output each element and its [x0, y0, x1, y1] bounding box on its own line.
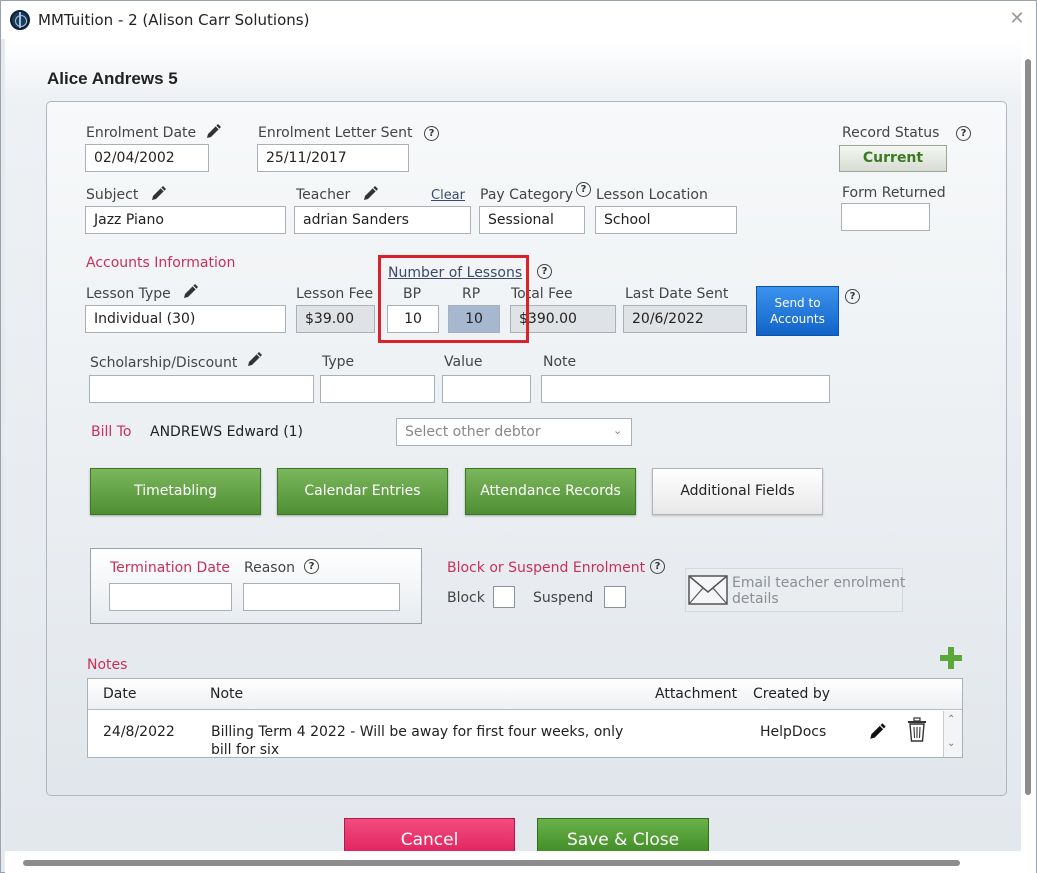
page-title: Alice Andrews 5 [47, 69, 178, 88]
lesson-fee-field: $39.00 [296, 305, 375, 333]
subject-field[interactable]: Jazz Piano [85, 206, 286, 234]
column-header-date[interactable]: Date [103, 686, 136, 702]
window-title: MMTuition - 2 (Alison Carr Solutions) [38, 11, 310, 29]
edit-pencil-icon[interactable] [361, 183, 381, 203]
add-note-plus-icon[interactable] [939, 646, 963, 670]
form-returned-label: Form Returned [842, 185, 946, 201]
termination-date-field[interactable] [109, 583, 232, 611]
block-suspend-label: Block or Suspend Enrolment [447, 560, 646, 576]
additional-fields-button[interactable]: Additional Fields [652, 468, 823, 515]
scholarship-type-label: Type [322, 354, 355, 370]
notes-scrollbar[interactable]: ⌃ ⌄ [943, 711, 962, 757]
help-icon[interactable]: ? [424, 126, 439, 141]
letter-sent-field[interactable]: 25/11/2017 [257, 144, 409, 172]
table-row[interactable]: 24/8/2022 Billing Term 4 2022 - Will be … [88, 711, 943, 757]
bill-to-value: ANDREWS Edward (1) [150, 424, 304, 440]
note-text: Billing Term 4 2022 - Will be away for f… [211, 724, 624, 740]
scroll-up-icon[interactable]: ⌃ [947, 714, 955, 725]
pay-category-label: Pay Category [480, 187, 574, 203]
teacher-field[interactable]: adrian Sanders [294, 206, 471, 234]
lesson-type-label: Lesson Type [86, 286, 171, 302]
block-checkbox[interactable] [493, 586, 515, 608]
letter-sent-label: Enrolment Letter Sent [258, 125, 413, 141]
record-status-button[interactable]: Current [839, 145, 947, 172]
send-to-accounts-button[interactable]: Send to Accounts [756, 286, 839, 336]
teacher-label: Teacher [296, 187, 351, 203]
app-window: MMTuition - 2 (Alison Carr Solutions) ✕ … [0, 0, 1037, 873]
timetabling-button[interactable]: Timetabling [90, 468, 261, 515]
horizontal-scrollbar-thumb[interactable] [23, 860, 960, 866]
scholarship-type-field[interactable] [320, 375, 435, 403]
edit-pencil-icon[interactable] [204, 121, 224, 141]
scholarship-value-label: Value [444, 354, 483, 370]
help-icon[interactable]: ? [845, 289, 860, 304]
lesson-fee-label: Lesson Fee [296, 286, 374, 302]
suspend-label: Suspend [533, 590, 594, 606]
scholarship-value-field[interactable] [442, 375, 531, 403]
vertical-scrollbar-thumb[interactable] [1025, 59, 1031, 795]
help-icon[interactable]: ? [956, 126, 971, 141]
termination-date-label: Termination Date [110, 560, 231, 576]
scholarship-field[interactable] [89, 375, 314, 403]
edit-pencil-icon[interactable] [867, 720, 889, 742]
scroll-down-icon[interactable]: ⌄ [947, 738, 955, 749]
scholarship-note-field[interactable] [541, 375, 830, 403]
bill-to-label: Bill To [91, 424, 132, 440]
enrolment-date-field[interactable]: 02/04/2002 [85, 144, 209, 172]
help-icon[interactable]: ? [576, 182, 591, 197]
other-debtor-select[interactable]: Select other debtor [396, 418, 632, 446]
notes-table-header: Date Note Attachment Created by [88, 679, 962, 710]
column-header-attachment[interactable]: Attachment [655, 686, 737, 702]
chevron-down-icon[interactable]: ⌄ [613, 424, 625, 437]
close-icon[interactable]: ✕ [1006, 7, 1028, 31]
help-icon[interactable]: ? [537, 264, 552, 279]
scholarship-note-label: Note [543, 354, 577, 370]
trash-icon[interactable] [906, 717, 928, 743]
edit-pencil-icon[interactable] [245, 349, 265, 369]
enrolment-date-label: Enrolment Date [86, 125, 197, 141]
email-teacher-button[interactable]: Email teacher enrolment details [685, 568, 905, 612]
termination-reason-label: Reason [244, 560, 296, 576]
note-created-by: HelpDocs [760, 724, 827, 740]
column-header-created-by[interactable]: Created by [753, 686, 830, 702]
scholarship-label: Scholarship/Discount [90, 355, 238, 371]
envelope-icon [688, 575, 728, 605]
last-date-sent-field: 20/6/2022 [623, 305, 747, 333]
notes-table: Date Note Attachment Created by 24/8/202… [87, 678, 963, 758]
lesson-type-field[interactable]: Individual (30) [85, 305, 286, 333]
teacher-clear-link[interactable]: Clear [431, 188, 465, 203]
subject-label: Subject [86, 187, 139, 203]
column-header-note[interactable]: Note [210, 686, 243, 702]
help-icon[interactable]: ? [304, 559, 319, 574]
accounts-section-label: Accounts Information [86, 255, 236, 271]
number-of-lessons-highlight [378, 255, 529, 343]
attendance-records-button[interactable]: Attendance Records [465, 468, 636, 515]
suspend-checkbox[interactable] [604, 586, 626, 608]
termination-reason-field[interactable] [243, 583, 400, 611]
email-teacher-label: Email teacher enrolment details [732, 575, 906, 607]
pay-category-field[interactable]: Sessional [479, 206, 585, 234]
notes-section-label: Notes [87, 657, 128, 673]
help-icon[interactable]: ? [650, 559, 665, 574]
record-status-label: Record Status [842, 125, 940, 141]
title-bar: MMTuition - 2 (Alison Carr Solutions) ✕ [1, 1, 1036, 39]
block-label: Block [447, 590, 485, 606]
calendar-entries-button[interactable]: Calendar Entries [277, 468, 448, 515]
lesson-location-label: Lesson Location [596, 187, 708, 203]
note-date: 24/8/2022 [103, 724, 175, 740]
form-returned-field[interactable] [841, 203, 930, 231]
edit-pencil-icon[interactable] [149, 183, 169, 203]
edit-pencil-icon[interactable] [181, 281, 201, 301]
last-date-sent-label: Last Date Sent [625, 286, 729, 302]
lesson-location-field[interactable]: School [595, 206, 737, 234]
note-text-line2: bill for six [211, 742, 280, 757]
app-logo-icon [10, 10, 30, 30]
